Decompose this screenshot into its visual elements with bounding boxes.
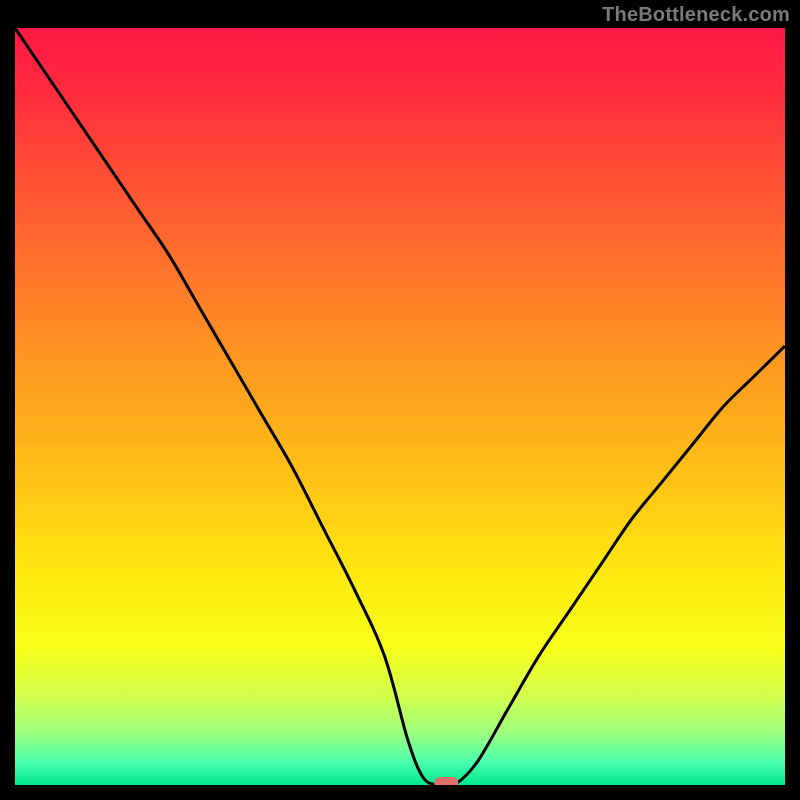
attribution-text: TheBottleneck.com [602,4,790,27]
chart-frame: TheBottleneck.com [0,0,800,800]
minimum-marker [434,777,458,785]
gradient-background [15,28,785,785]
plot-svg [15,28,785,785]
plot-area [15,28,785,785]
